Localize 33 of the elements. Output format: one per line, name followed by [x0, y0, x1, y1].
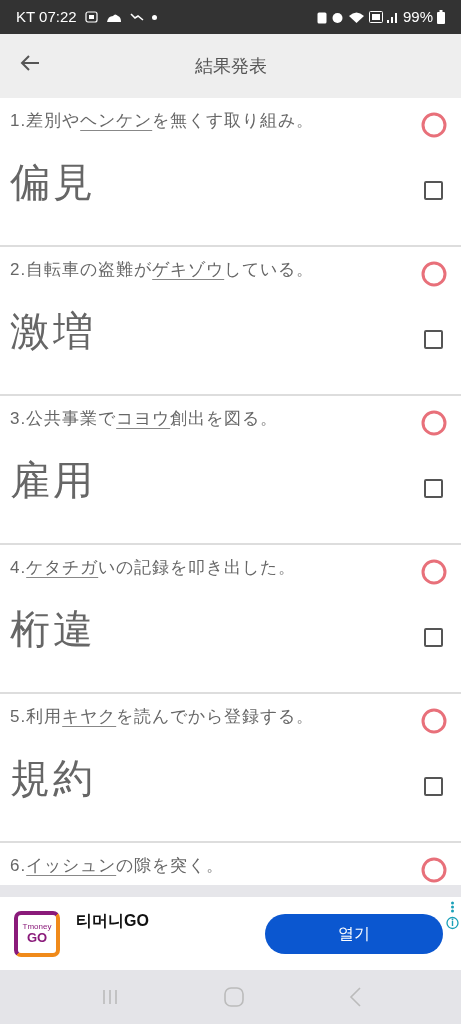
checkbox[interactable]	[424, 478, 443, 498]
hd-icon	[368, 11, 383, 23]
question-sentence: 4.ケタチガいの記録を叩き出した。	[10, 557, 297, 579]
screen-title: 結果発表	[194, 54, 267, 78]
checkbox[interactable]	[424, 776, 443, 796]
answer-text: 規約	[10, 758, 96, 798]
answer-text: 雇用	[10, 460, 96, 500]
signal-icon	[386, 11, 399, 23]
wifi-icon	[347, 10, 365, 24]
info-icon[interactable]	[446, 901, 459, 931]
answer-text: 偏見	[10, 162, 96, 202]
question-sentence: 5.利用 キヤク を読んでから登録する。	[10, 706, 315, 728]
answer-text: 激増	[10, 311, 96, 351]
open-button[interactable]: 열기	[265, 913, 443, 954]
question-sentence: 3.公共事業でコヨウ創出を図る。	[10, 408, 279, 430]
question-sentence: 1.差別やヘンケン を無くす取り組み。	[10, 110, 315, 132]
battery-icon	[437, 10, 445, 24]
checkbox[interactable]	[424, 180, 443, 200]
checkbox[interactable]	[424, 329, 443, 349]
cloud-icon	[105, 12, 122, 22]
question-sentence: 6.イッシュンの隙を突く。	[10, 855, 225, 877]
app-name: 티머니GO	[76, 911, 149, 931]
trend-down-icon	[129, 13, 144, 21]
question-sentence: 2.自転車の盗難がゲキゾウ している。	[10, 259, 315, 281]
answer-text: 桁違	[10, 609, 96, 649]
checkbox[interactable]	[424, 627, 443, 647]
carrier-icon	[84, 11, 98, 23]
dot-icon	[151, 14, 157, 20]
battery-percent: 99%	[402, 6, 433, 27]
back-arrow-icon[interactable]	[20, 54, 40, 72]
logo-text: Tmoney	[22, 923, 52, 931]
logo-text: GO	[26, 931, 48, 944]
status-time: KT 07:22	[16, 6, 77, 27]
